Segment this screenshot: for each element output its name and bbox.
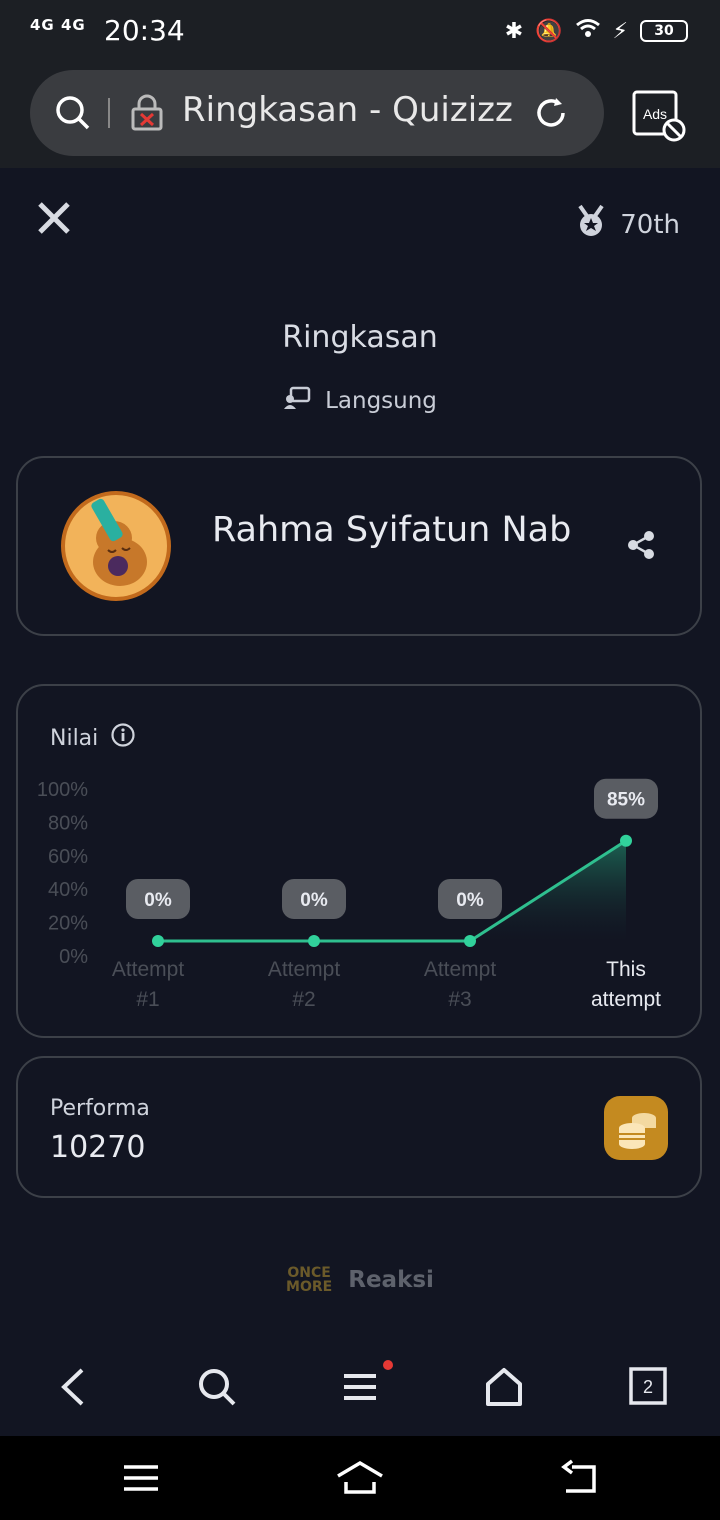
performance-label: Performa [50, 1096, 150, 1121]
status-bar: 4G 4G 20:34 ✱ 🔕 ⚡ 30 [0, 0, 720, 64]
search-icon[interactable] [54, 94, 92, 136]
x-category-label: attempt [591, 988, 661, 1011]
data-point[interactable] [620, 834, 632, 847]
address-bar[interactable]: Ringkasan - Quizizz [30, 70, 604, 156]
data-label: 85% [607, 790, 645, 811]
charging-icon: ⚡ [612, 18, 628, 44]
coins-button[interactable] [604, 1096, 668, 1160]
data-point[interactable] [464, 935, 476, 947]
x-category-label: #2 [292, 988, 315, 1011]
browser-toolbar: Ringkasan - Quizizz Ads [0, 64, 720, 169]
wifi-icon [575, 18, 601, 44]
status-icons: ✱ 🔕 ⚡ 30 [505, 18, 688, 44]
performance-value: 10270 [50, 1130, 146, 1165]
data-point[interactable] [152, 935, 164, 947]
x-category-label: #1 [136, 988, 159, 1011]
tabs-button[interactable]: 2 [628, 1366, 668, 1410]
close-icon[interactable] [34, 198, 74, 238]
live-mode-icon [283, 386, 311, 416]
reaction-area[interactable]: ONCE MORE Reaksi [0, 1266, 720, 1294]
rank-text: 70th [620, 209, 680, 240]
y-tick-label: 80% [48, 812, 88, 834]
y-tick-label: 100% [37, 779, 88, 801]
system-nav-bar [0, 1436, 720, 1520]
system-back-icon[interactable] [560, 1458, 600, 1502]
y-tick-label: 40% [48, 879, 88, 901]
browser-nav-bar: 2 [0, 1338, 720, 1436]
mute-bell-icon: 🔕 [535, 18, 563, 44]
insecure-lock-icon[interactable] [130, 94, 164, 136]
back-icon[interactable] [56, 1366, 90, 1412]
notification-dot [382, 1356, 394, 1375]
quiz-summary-page: 70th Ringkasan Langsung Rahma Syifatun N… [0, 168, 720, 1338]
rank-indicator: 70th [576, 204, 680, 245]
score-chart-card: Nilai 100% 80% 60% 40% 20% 0% 0% Attempt #1 0% Att… [16, 684, 702, 1038]
x-category-label: Attempt [268, 958, 341, 981]
x-category-label: Attempt [424, 958, 497, 981]
reaction-label: Reaksi [348, 1267, 434, 1293]
x-category-label: This [606, 958, 646, 981]
coins-icon [619, 1113, 656, 1149]
medal-icon [576, 204, 606, 245]
home-icon[interactable] [484, 1366, 524, 1412]
svg-text:Ads: Ads [643, 106, 667, 122]
y-tick-label: 0% [59, 946, 88, 968]
data-label: 0% [300, 890, 328, 911]
reload-icon[interactable] [532, 94, 570, 136]
page-title: Ringkasan [282, 320, 438, 355]
system-home-icon[interactable] [334, 1458, 386, 1502]
ad-block-button[interactable]: Ads [630, 88, 690, 148]
recent-apps-icon[interactable] [122, 1458, 160, 1502]
player-name: Rahma Syifatun Nab [212, 510, 572, 550]
player-card: Rahma Syifatun Nab [16, 456, 702, 636]
x-category-label: Attempt [112, 958, 185, 981]
tabs-count: 2 [643, 1377, 653, 1397]
quiz-mode: Langsung [0, 386, 720, 416]
reaction-logo-line1: ONCE [287, 1265, 331, 1281]
quiz-mode-label: Langsung [325, 388, 437, 414]
y-tick-label: 20% [48, 913, 88, 935]
bluetooth-icon: ✱ [504, 18, 524, 44]
share-icon[interactable] [626, 530, 656, 564]
reaction-logo-line2: MORE [286, 1279, 333, 1295]
avatar [60, 490, 172, 606]
reaction-logo: ONCE MORE [286, 1266, 332, 1294]
data-point[interactable] [308, 935, 320, 947]
network-indicator: 4G 4G [30, 16, 86, 34]
performance-card: Performa 10270 [16, 1056, 702, 1198]
data-label: 0% [456, 890, 484, 911]
score-line-chart: 100% 80% 60% 40% 20% 0% 0% Attempt #1 0% Attempt #2… [37, 778, 661, 1011]
search-icon[interactable] [196, 1366, 238, 1412]
url-text[interactable]: Ringkasan - Quizizz [182, 90, 513, 130]
x-category-label: #3 [448, 988, 471, 1011]
battery-indicator: 30 [640, 20, 688, 42]
address-separator [108, 98, 110, 128]
data-label: 0% [144, 890, 172, 911]
status-time: 20:34 [104, 14, 185, 47]
y-tick-label: 60% [48, 846, 88, 868]
